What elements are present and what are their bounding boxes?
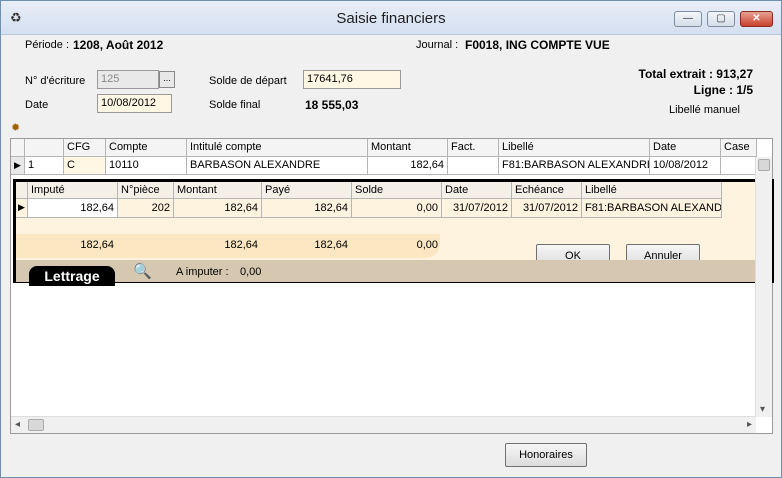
saisie-financiers-window: ♻ Saisie financiers — ▢ ✕ Période : 1208…	[0, 0, 782, 478]
cell-libelle[interactable]: F81:BARBASON ALEXANDRE	[499, 157, 650, 175]
solde-final-label: Solde final	[209, 99, 261, 111]
lt-cell-date[interactable]: 31/07/2012	[442, 199, 512, 218]
lt-col-echeance[interactable]: Echéance	[512, 182, 582, 199]
col-case[interactable]: Case	[721, 139, 757, 157]
col-fact[interactable]: Fact.	[448, 139, 499, 157]
lt-cell-solde[interactable]: 0,00	[352, 199, 442, 218]
tab-lettrage[interactable]: Lettrage	[29, 266, 115, 286]
palette-icon[interactable]: ✹	[11, 121, 25, 134]
horizontal-scroll-thumb[interactable]	[28, 419, 44, 431]
close-button[interactable]: ✕	[740, 11, 773, 27]
cell-cfg[interactable]: C	[64, 157, 106, 175]
window-title: Saisie financiers	[336, 10, 446, 27]
total-solde: 0,00	[416, 239, 438, 251]
cell-compte[interactable]: 10110	[106, 157, 187, 175]
search-icon[interactable]: 🔍	[133, 262, 152, 280]
col-libelle[interactable]: Libellé	[499, 139, 650, 157]
lettrage-panel: Imputé N°pièce Montant Payé Solde Date E…	[13, 179, 774, 286]
lt-col-date[interactable]: Date	[442, 182, 512, 199]
header-indicator	[11, 139, 25, 157]
col-compte[interactable]: Compte	[106, 139, 187, 157]
scroll-right-icon[interactable]: ▸	[747, 419, 752, 430]
lt-col-libelle[interactable]: Libellé	[582, 182, 722, 199]
cell-montant[interactable]: 182,64	[368, 157, 448, 175]
col-intitule[interactable]: Intitulé compte	[187, 139, 368, 157]
minimize-button[interactable]: —	[674, 11, 702, 27]
lt-col-impute[interactable]: Imputé	[28, 182, 118, 199]
row-indicator-icon: ▶	[11, 157, 25, 175]
lt-cell-impute[interactable]: 182,64	[28, 199, 118, 218]
ecriture-field[interactable]: 125	[97, 70, 159, 89]
lt-cell-piece[interactable]: 202	[118, 199, 174, 218]
cell-intitule[interactable]: BARBASON ALEXANDRE	[187, 157, 368, 175]
solde-final-value: 18 555,03	[305, 98, 359, 112]
periode-label: Période :	[25, 39, 70, 51]
main-grid: CFG Compte Intitulé compte Montant Fact.…	[10, 138, 774, 434]
lt-col-paye[interactable]: Payé	[262, 182, 352, 199]
a-imputer-value: 0,00	[240, 266, 262, 278]
date-field[interactable]: 10/08/2012	[97, 94, 172, 113]
cell-case[interactable]	[721, 157, 757, 175]
date-label: Date	[25, 99, 49, 111]
lt-col-piece[interactable]: N°pièce	[118, 182, 174, 199]
periode-value: 1208, Août 2012	[73, 38, 164, 52]
solde-depart-label: Solde de départ	[209, 75, 287, 87]
cell-num[interactable]: 1	[25, 157, 64, 175]
ecriture-label: N° d'écriture	[25, 75, 86, 87]
vertical-scrollbar[interactable]: ▾	[755, 157, 772, 417]
cell-date[interactable]: 10/08/2012	[650, 157, 721, 175]
ecriture-lookup-button[interactable]: ...	[159, 71, 175, 88]
ligne-indicator: Ligne : 1/5	[693, 83, 753, 97]
scroll-down-icon[interactable]: ▾	[760, 404, 765, 415]
total-montant: 182,64	[224, 239, 258, 251]
title-bar[interactable]: ♻ Saisie financiers — ▢ ✕	[1, 1, 781, 35]
scroll-left-icon[interactable]: ◂	[15, 419, 20, 430]
honoraires-button[interactable]: Honoraires	[505, 443, 587, 467]
cell-fact[interactable]	[448, 157, 499, 175]
horizontal-scrollbar[interactable]: ◂ ▸	[11, 416, 756, 433]
col-montant[interactable]: Montant	[368, 139, 448, 157]
lt-row-indicator-icon: ▶	[16, 199, 28, 218]
lt-cell-paye[interactable]: 182,64	[262, 199, 352, 218]
col-cfg[interactable]: CFG	[64, 139, 106, 157]
lt-cell-echeance[interactable]: 31/07/2012	[512, 199, 582, 218]
maximize-button[interactable]: ▢	[707, 11, 735, 27]
lt-cell-montant[interactable]: 182,64	[174, 199, 262, 218]
lt-col-montant[interactable]: Montant	[174, 182, 262, 199]
journal-value: F0018, ING COMPTE VUE	[465, 38, 610, 52]
total-impute: 182,64	[80, 239, 114, 251]
lt-cell-libelle[interactable]: F81:BARBASON ALEXANDRE	[582, 199, 722, 218]
bottom-bar: Honoraires	[1, 435, 781, 477]
libelle-manuel-label: Libellé manuel	[669, 104, 740, 116]
a-imputer-label: A imputer :	[176, 266, 229, 278]
total-extrait: Total extrait : 913,27	[638, 67, 754, 81]
journal-label: Journal :	[416, 39, 459, 51]
lettrage-footer	[16, 260, 771, 282]
lt-col-solde[interactable]: Solde	[352, 182, 442, 199]
vertical-scroll-thumb[interactable]	[758, 159, 770, 171]
col-date[interactable]: Date	[650, 139, 721, 157]
solde-depart-field[interactable]: 17641,76	[303, 70, 401, 89]
total-paye: 182,64	[314, 239, 348, 251]
